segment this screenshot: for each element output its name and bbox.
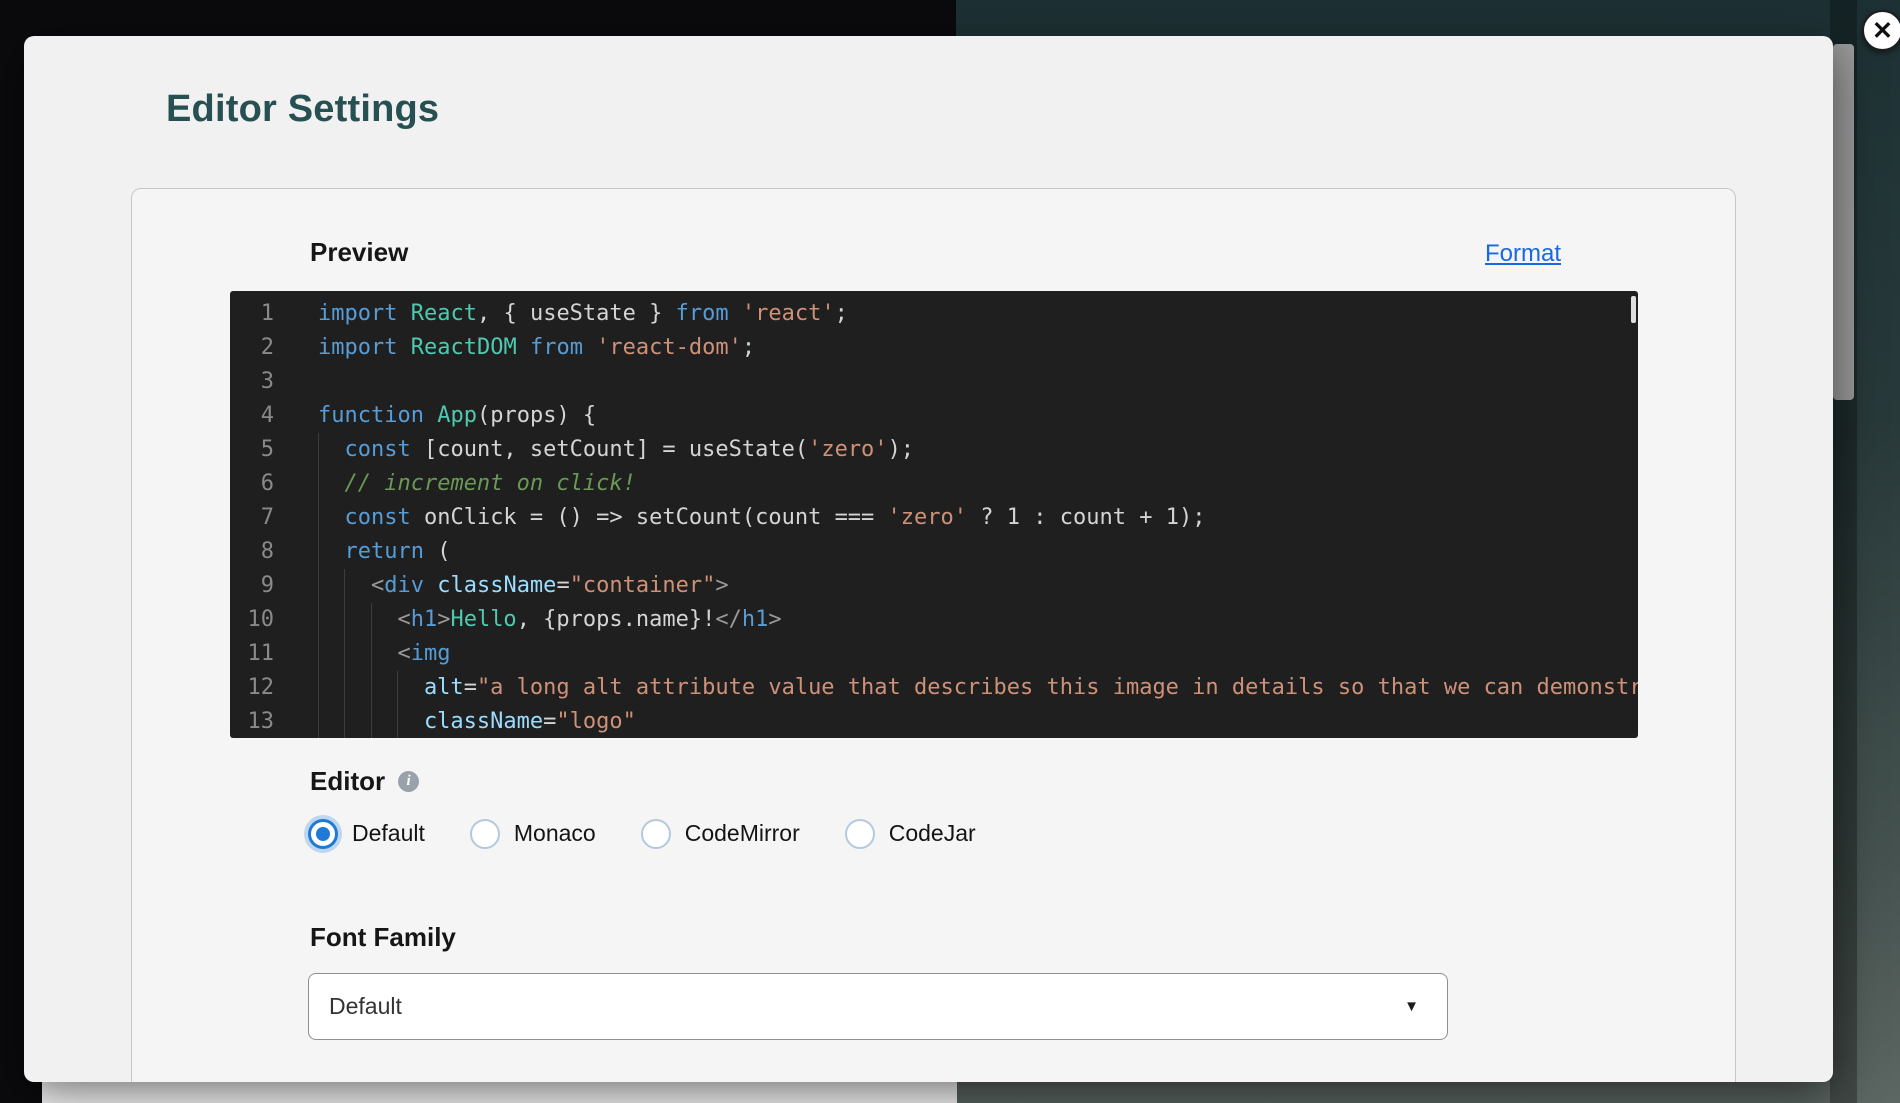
line-number: 7 — [230, 501, 274, 535]
code-lines: 1import React, { useState } from 'react'… — [230, 297, 1638, 738]
line-number: 12 — [230, 671, 274, 705]
editor-section-header: Editor i — [310, 766, 1735, 796]
editor-scrollbar-thumb[interactable] — [1631, 296, 1636, 323]
line-number: 5 — [230, 433, 274, 467]
line-number: 10 — [230, 603, 274, 637]
indent-guide — [397, 671, 423, 705]
page-background-bottom-strip — [42, 1082, 957, 1103]
radio-option-label: CodeMirror — [685, 820, 800, 847]
indent-guide — [344, 569, 370, 603]
radio-selected-icon[interactable] — [308, 819, 338, 849]
editor-radio-group: Default Monaco CodeMirror CodeJar — [308, 818, 1735, 849]
indent-guide — [318, 467, 344, 501]
indent-guide — [371, 637, 397, 671]
format-link[interactable]: Format — [1485, 239, 1561, 269]
screen: Editor Settings Preview Format 1import R… — [0, 0, 1900, 1103]
settings-panel: Preview Format 1import React, { useState… — [131, 188, 1736, 1082]
line-number: 4 — [230, 399, 274, 433]
indent-guide — [344, 671, 370, 705]
radio-option-label: Default — [352, 820, 425, 847]
radio-unselected-icon[interactable] — [470, 819, 500, 849]
radio-option-codejar[interactable]: CodeJar — [845, 819, 976, 849]
code-line-10: 10<h1>Hello, {props.name}!</h1> — [230, 603, 1638, 637]
line-number: 13 — [230, 705, 274, 738]
code-line-8: 8return ( — [230, 535, 1638, 569]
page-scrollbar-thumb[interactable] — [1833, 44, 1854, 400]
code-line-3: 3 — [230, 365, 1638, 399]
indent-guide — [318, 501, 344, 535]
line-number: 2 — [230, 331, 274, 365]
code-line-4: 4function App(props) { — [230, 399, 1638, 433]
indent-guide — [344, 637, 370, 671]
indent-guide — [371, 603, 397, 637]
preview-label: Preview — [310, 237, 408, 267]
close-icon: ✕ — [1872, 16, 1893, 46]
code-line-12: 12alt="a long alt attribute value that d… — [230, 671, 1638, 705]
radio-option-label: CodeJar — [889, 820, 976, 847]
indent-guide — [318, 603, 344, 637]
line-number: 3 — [230, 365, 274, 399]
code-line-5: 5const [count, setCount] = useState('zer… — [230, 433, 1638, 467]
line-number: 6 — [230, 467, 274, 501]
indent-guide — [318, 569, 344, 603]
modal-title: Editor Settings — [166, 88, 1833, 131]
radio-option-default[interactable]: Default — [308, 819, 425, 849]
code-line-1: 1import React, { useState } from 'react'… — [230, 297, 1638, 331]
code-line-9: 9<div className="container"> — [230, 569, 1638, 603]
indent-guide — [371, 671, 397, 705]
indent-guide — [371, 705, 397, 738]
indent-guide — [397, 705, 423, 738]
indent-guide — [318, 671, 344, 705]
indent-guide — [318, 637, 344, 671]
editor-settings-modal: Editor Settings Preview Format 1import R… — [24, 36, 1833, 1082]
preview-header: Preview Format — [310, 237, 1561, 269]
radio-option-codemirror[interactable]: CodeMirror — [641, 819, 800, 849]
radio-unselected-icon[interactable] — [845, 819, 875, 849]
line-number: 9 — [230, 569, 274, 603]
indent-guide — [344, 603, 370, 637]
code-line-13: 13className="logo" — [230, 705, 1638, 738]
line-number: 11 — [230, 637, 274, 671]
indent-guide — [318, 705, 344, 738]
code-line-11: 11<img — [230, 637, 1638, 671]
font-family-selected-value: Default — [329, 993, 402, 1020]
close-button[interactable]: ✕ — [1862, 10, 1900, 51]
indent-guide — [318, 535, 344, 569]
radio-option-monaco[interactable]: Monaco — [470, 819, 596, 849]
editor-section-label: Editor — [310, 766, 385, 796]
info-icon[interactable]: i — [398, 771, 419, 792]
font-family-label: Font Family — [310, 922, 1735, 952]
dropdown-caret-icon: ▼ — [1404, 998, 1419, 1015]
line-number: 1 — [230, 297, 274, 331]
indent-guide — [318, 433, 344, 467]
radio-option-label: Monaco — [514, 820, 596, 847]
line-number: 8 — [230, 535, 274, 569]
code-line-2: 2import ReactDOM from 'react-dom'; — [230, 331, 1638, 365]
indent-guide — [344, 705, 370, 738]
code-line-6: 6// increment on click! — [230, 467, 1638, 501]
code-line-7: 7const onClick = () => setCount(count ==… — [230, 501, 1638, 535]
font-family-select[interactable]: Default ▼ — [308, 973, 1448, 1040]
code-preview-editor[interactable]: 1import React, { useState } from 'react'… — [230, 291, 1638, 738]
radio-unselected-icon[interactable] — [641, 819, 671, 849]
